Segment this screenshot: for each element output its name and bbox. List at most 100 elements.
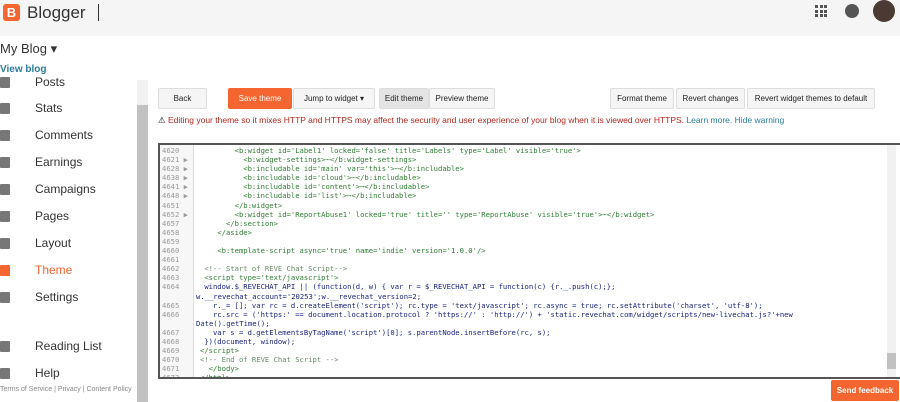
warning-text: Editing your theme so it mixes HTTP and … (168, 115, 685, 125)
https-warning: ⚠ Editing your theme so it mixes HTTP an… (158, 115, 784, 126)
format-theme-button[interactable]: Format theme (610, 88, 674, 109)
code-line[interactable]: 4660 <b:template-script async='true' nam… (160, 246, 900, 255)
code-text: window.$_REVECHAT_API || (function(d, w)… (200, 282, 616, 292)
editor-scrollbar[interactable] (887, 145, 896, 377)
line-number: 4668 (162, 336, 180, 346)
line-number: 4657 (162, 218, 180, 228)
line-number: 4672 (162, 373, 180, 379)
sidebar-item-earnings[interactable]: Earnings (0, 152, 82, 172)
code-line[interactable]: 4620 <b:widget id='Label1' locked='false… (160, 146, 900, 155)
apps-grid-icon[interactable] (815, 5, 827, 17)
code-line[interactable]: 4652 ▶ <b:widget id='ReportAbuse1' locke… (160, 210, 900, 219)
back-button[interactable]: Back (158, 88, 207, 109)
settings-icon (0, 291, 10, 303)
line-number: 4661 (162, 255, 180, 265)
code-line[interactable]: 4662 <!-- Start of REVE Chat Script--> (160, 264, 900, 273)
code-line[interactable]: 4658 </aside> (160, 228, 900, 237)
notifications-icon[interactable] (845, 4, 859, 18)
code-line[interactable]: w.__revechat_account='20253';w.__revecha… (160, 292, 900, 301)
sidebar-item-label: Help (35, 366, 60, 380)
blog-selector[interactable]: My Blog ▾ (0, 41, 57, 57)
code-line[interactable]: 4671 </body> (160, 364, 900, 373)
code-text: </b:section> (200, 218, 278, 228)
code-text: Date().getTime(); (196, 318, 270, 328)
line-number: 4652 ▶ (162, 209, 188, 219)
send-feedback-button[interactable]: Send feedback (831, 380, 899, 401)
sidebar-item-settings[interactable]: Settings (0, 287, 78, 307)
code-line[interactable]: 4628 ▶ <b:includable id='main' var='this… (160, 164, 900, 173)
line-number: 4651 (162, 200, 180, 210)
line-number: 4662 (162, 264, 180, 274)
line-number: 4638 ▶ (162, 173, 188, 183)
sidebar-item-label: Layout (35, 236, 72, 250)
sidebar-item-reading-list[interactable]: Reading List (0, 336, 102, 356)
jump-to-widget-dropdown[interactable]: Jump to widget ▾ (293, 88, 375, 109)
line-number: 4660 (162, 246, 180, 256)
divider (98, 4, 99, 21)
code-line[interactable]: 4664 window.$_REVECHAT_API || (function(… (160, 282, 900, 291)
sidebar-item-stats[interactable]: Stats (0, 98, 62, 118)
sidebar-item-label: Theme (35, 263, 73, 277)
code-line[interactable]: 4663 <script type='text/javascript'> (160, 273, 900, 282)
code-text: w.__revechat_account='20253';w.__revecha… (196, 291, 422, 301)
code-text: </script> (200, 346, 239, 356)
code-line[interactable]: 4661 (160, 255, 900, 264)
sidebar-item-theme[interactable]: Theme (0, 260, 72, 280)
line-number: 4666 (162, 309, 180, 319)
help-icon (0, 367, 10, 379)
sidebar-item-campaigns[interactable]: Campaigns (0, 179, 96, 199)
code-line[interactable]: 4667 var s = d.getElementsByTagName('scr… (160, 328, 900, 337)
code-text: <b:widget-settings>⋯</b:widget-settings> (200, 155, 417, 165)
footer-links[interactable]: Terms of Service | Privacy | Content Pol… (0, 386, 132, 393)
avatar[interactable] (873, 0, 895, 22)
code-text: r._= []; var rc = d.createElement('scrip… (200, 300, 763, 310)
code-line[interactable]: 4651 </b:widget> (160, 201, 900, 210)
code-text: </html> (200, 373, 231, 379)
code-line[interactable]: 4668 })(document, window); (160, 337, 900, 346)
revert-widget-themes-button[interactable]: Revert widget themes to default (747, 88, 875, 109)
comments-icon (0, 129, 10, 141)
sidebar-item-label: Stats (35, 101, 63, 115)
line-number: 4658 (162, 227, 180, 237)
learn-more-link[interactable]: Learn more. (686, 115, 732, 125)
code-text: rc.src = ('https:' == document.location.… (200, 309, 793, 319)
code-line[interactable]: 4670 <!-- End of REVE Chat Script --> (160, 355, 900, 364)
code-line[interactable]: 4638 ▶ <b:includable id='cloud'>⋯</b:inc… (160, 173, 900, 182)
code-line[interactable]: 4666 rc.src = ('https:' == document.loca… (160, 310, 900, 319)
editor-scroll-thumb[interactable] (887, 353, 896, 369)
code-line[interactable]: 4669 </script> (160, 346, 900, 355)
line-number: 4659 (162, 236, 180, 246)
stats-icon (0, 102, 10, 114)
line-number: 4670 (162, 355, 180, 365)
sidebar-scroll-thumb[interactable] (137, 105, 148, 402)
sidebar-item-posts[interactable]: Posts (0, 72, 65, 92)
sidebar-item-label: Comments (35, 128, 94, 142)
code-line[interactable]: 4621 ▶ <b:widget-settings>⋯</b:widget-se… (160, 155, 900, 164)
code-line[interactable]: 4648 ▶ <b:includable id='list'>⋯</b:incl… (160, 191, 900, 200)
code-text: </body> (200, 364, 239, 374)
sidebar-item-help[interactable]: Help (0, 363, 60, 383)
code-line[interactable]: 4665 r._= []; var rc = d.createElement('… (160, 301, 900, 310)
sidebar-item-layout[interactable]: Layout (0, 233, 71, 253)
line-number: 4628 ▶ (162, 164, 188, 174)
edit-theme-tab[interactable]: Edit theme (379, 88, 429, 109)
code-line[interactable]: 4659 (160, 237, 900, 246)
code-line[interactable]: 4672 </html> (160, 373, 900, 379)
code-line[interactable]: Date().getTime(); (160, 319, 900, 328)
line-number: 4665 (162, 300, 180, 310)
preview-theme-tab[interactable]: Preview theme (429, 88, 495, 109)
sidebar-item-pages[interactable]: Pages (0, 206, 69, 226)
save-theme-button[interactable]: Save theme (228, 88, 292, 109)
hide-warning-link[interactable]: Hide warning (735, 115, 785, 125)
code-line[interactable]: 4641 ▶ <b:includable id='content'>⋯</b:i… (160, 182, 900, 191)
sidebar-item-label: Settings (35, 290, 79, 304)
blogger-logo-icon[interactable]: B (3, 4, 20, 21)
sidebar-item-comments[interactable]: Comments (0, 125, 93, 145)
revert-changes-button[interactable]: Revert changes (676, 88, 745, 109)
code-line[interactable]: 4657 </b:section> (160, 219, 900, 228)
sidebar-item-label: Earnings (35, 155, 83, 169)
code-editor[interactable]: 4620 <b:widget id='Label1' locked='false… (158, 143, 900, 379)
line-number: 4648 ▶ (162, 191, 188, 201)
brand-name[interactable]: Blogger (27, 3, 86, 23)
line-number: 4667 (162, 327, 180, 337)
